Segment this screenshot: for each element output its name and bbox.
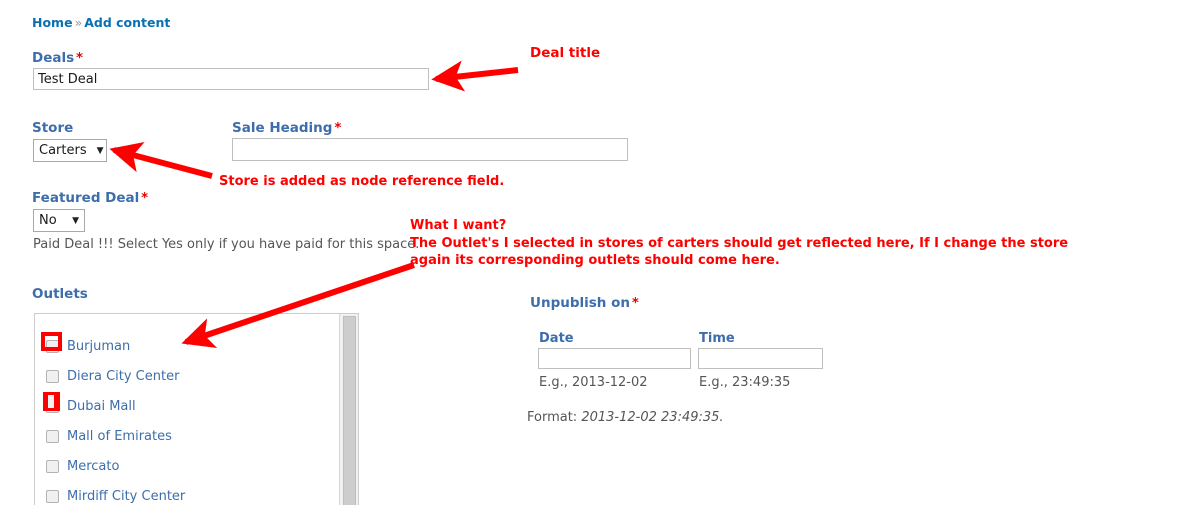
featured-deal-required-marker: * bbox=[141, 191, 149, 206]
checkbox-mall-of-emirates[interactable] bbox=[46, 429, 59, 443]
store-label: Store bbox=[32, 120, 73, 136]
annotation-deal-title: Deal title bbox=[530, 45, 601, 61]
unpublish-on-label: Unpublish on * bbox=[530, 295, 639, 311]
list-item[interactable]: Burjuman bbox=[35, 331, 340, 361]
list-item[interactable]: Dubai Mall bbox=[35, 391, 340, 421]
unpublish-format-hint: Format: 2013-12-02 23:49:35. bbox=[527, 410, 724, 425]
breadcrumb-link-add-content[interactable]: Add content bbox=[84, 15, 170, 30]
annotation-what-i-want-heading: What I want? bbox=[410, 218, 507, 233]
page-root: Home»Add content Deals* Store Carters ▼ … bbox=[0, 0, 1186, 505]
list-item-label: Diera City Center bbox=[67, 368, 180, 384]
unpublish-date-input[interactable] bbox=[538, 348, 691, 369]
annotation-store-note: Store is added as node reference field. bbox=[219, 174, 505, 189]
outlets-label-text: Outlets bbox=[32, 286, 88, 302]
arrow-deal-title bbox=[431, 60, 519, 92]
deals-input[interactable] bbox=[33, 68, 429, 90]
breadcrumb-link-home[interactable]: Home bbox=[32, 15, 73, 30]
outlets-list-items: Burjuman Diera City Center Dubai Mall Ma… bbox=[35, 314, 340, 505]
list-item-label: Mall of Emirates bbox=[67, 428, 172, 444]
store-select[interactable]: Carters ▼ bbox=[33, 139, 107, 162]
sale-heading-required-marker: * bbox=[334, 121, 342, 136]
breadcrumb-separator: » bbox=[74, 15, 83, 30]
outlets-checkbox-list[interactable]: Burjuman Diera City Center Dubai Mall Ma… bbox=[34, 313, 359, 505]
list-item[interactable]: Diera City Center bbox=[35, 361, 340, 391]
checkbox-diera-city-center[interactable] bbox=[46, 369, 59, 383]
list-item[interactable]: Mercato bbox=[35, 451, 340, 481]
deals-label: Deals * bbox=[32, 50, 83, 66]
unpublish-time-input[interactable] bbox=[698, 348, 823, 369]
sale-heading-label-text: Sale Heading bbox=[232, 120, 333, 136]
list-item-label: Mirdiff City Center bbox=[67, 488, 186, 504]
arrow-store-note bbox=[109, 141, 213, 179]
store-label-text: Store bbox=[32, 120, 74, 136]
checkbox-mercato[interactable] bbox=[46, 459, 59, 473]
featured-deal-select-value: No bbox=[39, 213, 57, 228]
list-item-label: Burjuman bbox=[67, 338, 131, 354]
highlight-box-burjuman-checkbox bbox=[41, 332, 62, 351]
sale-heading-input[interactable] bbox=[232, 138, 628, 161]
sale-heading-label: Sale Heading * bbox=[232, 120, 341, 136]
checkbox-mirdiff-city-center[interactable] bbox=[46, 489, 59, 503]
outlets-label: Outlets bbox=[32, 286, 88, 302]
unpublish-date-hint: E.g., 2013-12-02 bbox=[539, 375, 648, 390]
list-item[interactable]: Mall of Emirates bbox=[35, 421, 340, 451]
store-select-value: Carters bbox=[39, 143, 87, 158]
list-item-label: Mercato bbox=[67, 458, 120, 474]
outlets-scrollbar-thumb[interactable] bbox=[343, 316, 356, 505]
deals-required-marker: * bbox=[76, 51, 83, 66]
breadcrumb: Home» Add content bbox=[32, 15, 170, 30]
annotation-what-i-want-body: The Outlet's I selected in stores of car… bbox=[410, 236, 1069, 268]
highlight-box-dubai-mall-checkbox-inner bbox=[48, 395, 54, 408]
list-item[interactable]: Mirdiff City Center bbox=[35, 481, 340, 505]
unpublish-on-required-marker: * bbox=[632, 296, 639, 311]
unpublish-format-label: Format: bbox=[527, 410, 578, 425]
deals-label-text: Deals bbox=[32, 50, 75, 66]
unpublish-time-hint: E.g., 23:49:35 bbox=[699, 375, 791, 390]
chevron-down-icon: ▼ bbox=[72, 215, 79, 226]
outlets-scrollbar[interactable] bbox=[339, 314, 358, 505]
featured-deal-label: Featured Deal * bbox=[32, 190, 148, 206]
featured-deal-description: Paid Deal !!! Select Yes only if you hav… bbox=[33, 237, 420, 252]
unpublish-format-value: 2013-12-02 23:49:35. bbox=[581, 410, 724, 425]
unpublish-on-label-text: Unpublish on bbox=[530, 295, 630, 311]
unpublish-time-label: Time bbox=[699, 331, 735, 346]
featured-deal-select[interactable]: No ▼ bbox=[33, 209, 85, 232]
chevron-down-icon: ▼ bbox=[96, 145, 104, 156]
list-item-label: Dubai Mall bbox=[67, 398, 136, 414]
unpublish-date-label: Date bbox=[539, 331, 574, 346]
featured-deal-label-text: Featured Deal bbox=[32, 190, 140, 206]
